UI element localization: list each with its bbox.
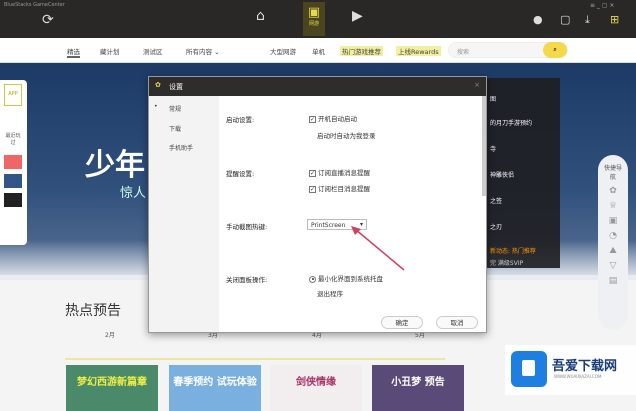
scrollbar[interactable] <box>482 96 486 196</box>
hotkey-label: 手动截图热键: <box>226 223 268 231</box>
month-tab[interactable]: 2月 <box>105 330 115 339</box>
news-item[interactable]: 完 满级SVIP <box>490 258 523 267</box>
cancel-button[interactable]: 取消 <box>436 316 478 329</box>
dialog-title: 设置 <box>169 83 183 91</box>
hot-title: 热点预告 <box>65 303 121 319</box>
nav-test[interactable]: 测试区 <box>143 46 163 56</box>
settings-dialog: ✿ 设置 × 常规 下载 手机助手 • 启动设置: ✓ 开机自动启动 启动时自动为… <box>148 76 487 333</box>
side-mobile[interactable]: 手机助手 <box>169 143 193 152</box>
left-sidebar: APP 最近玩过 <box>0 80 27 245</box>
news-item[interactable]: 之签 <box>490 196 502 205</box>
news-item[interactable]: 新动态: 热门推荐 <box>490 246 536 255</box>
settings-icon: ✿ <box>155 81 161 89</box>
dialog-sidebar: 常规 下载 手机助手 • <box>149 96 219 332</box>
nav-hot[interactable]: 热门游戏推荐 <box>340 46 383 56</box>
live-notify-checkbox[interactable]: ✓ 订阅直播消息提醒 <box>309 167 370 177</box>
download-icon[interactable]: ⤓ <box>585 13 590 27</box>
window-controls[interactable]: ≡ _ ▢ × <box>590 2 614 9</box>
search-input[interactable]: 搜索 ⌕ <box>448 42 568 58</box>
startup-label: 启动设置: <box>226 116 255 124</box>
watermark-logo <box>511 351 547 387</box>
watermark: 吾爱下载网 WWW.WUAIXIAZAI.COM <box>505 345 636 395</box>
watermark-name: 吾爱下载网 <box>552 359 618 374</box>
banner-title: 少年 <box>85 148 145 183</box>
minimize-radio[interactable]: 最小化界面到系统托盘 <box>309 273 383 283</box>
recent-label: 最近玩过 <box>5 133 21 146</box>
calendar-icon[interactable]: ▤ <box>598 276 628 286</box>
dialog-title-bar: ✿ 设置 × <box>149 77 486 96</box>
news-item[interactable]: 图 <box>490 94 496 103</box>
news-item[interactable]: 神雕侠侣 <box>490 170 514 179</box>
side-general[interactable]: 常规 <box>169 104 181 113</box>
image-icon[interactable]: ▣ <box>598 216 628 226</box>
chat-icon[interactable]: ▢ <box>560 13 570 26</box>
home-icon[interactable]: ⌂ <box>256 8 265 24</box>
ok-button[interactable]: 确定 <box>381 316 423 329</box>
mountain-icon[interactable]: ⛰ <box>598 246 628 256</box>
shop-icon: ▣ <box>307 5 321 20</box>
game-icon[interactable] <box>4 155 22 169</box>
nav-featured[interactable]: 精选 <box>67 46 80 58</box>
annotation-arrow <box>351 226 405 271</box>
watermark-url: WWW.WUAIXIAZAI.COM <box>554 374 602 379</box>
tab-shop[interactable]: ▣ 网游 <box>303 2 325 36</box>
nav-all[interactable]: 所有内容 ⌄ <box>186 46 220 56</box>
notify-label: 提醒设置: <box>226 170 255 178</box>
exit-radio[interactable]: 退出程序 <box>317 288 343 298</box>
chart-icon[interactable]: ◔ <box>598 231 628 241</box>
news-item[interactable]: 寺 <box>490 144 496 153</box>
game-card[interactable]: 剑侠情缘 <box>270 365 362 411</box>
app-button[interactable]: APP <box>4 84 22 106</box>
timeline <box>65 358 445 360</box>
nav-mmo[interactable]: 大型网游 <box>270 46 296 56</box>
nav-plan[interactable]: 藏计划 <box>100 46 120 56</box>
quick-nav-label: 快捷导航 <box>603 165 622 181</box>
bullet: • <box>154 103 158 110</box>
column-notify-checkbox[interactable]: ✓ 订阅栏目消息提醒 <box>309 183 370 193</box>
nav-rewards[interactable]: 上线Rewards <box>396 46 441 56</box>
nav-single[interactable]: 单机 <box>312 46 325 56</box>
gift-icon[interactable]: ✿ <box>598 186 628 196</box>
window-title: BlueStacks GameCenter <box>4 2 65 8</box>
game-card[interactable]: 梦幻西游新篇章 <box>66 365 158 411</box>
quick-nav: 快捷导航 ✿ ♕ ▣ ◔ ⛰ ▽ ▤ <box>598 155 628 330</box>
top-bar: BlueStacks GameCenter ⟳ ⌂ ▣ 网游 ▶ ● ▢ ⤓ ⊞… <box>0 0 636 38</box>
search-icon[interactable]: ⌕ <box>543 42 567 58</box>
banner-news-list: 图 的月刀手游预约 寺 神雕侠侣 之签 之刃 新动态: 热门推荐 完 满级SVI… <box>487 78 560 268</box>
autostart-checkbox[interactable]: ✓ 开机自动启动 <box>309 113 357 123</box>
game-card[interactable]: 春季预约 试玩体验 <box>169 365 261 411</box>
game-card[interactable]: 小丑梦 预告 <box>372 365 464 411</box>
shield-icon[interactable]: ▽ <box>598 261 628 271</box>
close-action-label: 关闭面板操作: <box>226 276 268 284</box>
refresh-icon[interactable]: ⟳ <box>42 12 54 28</box>
close-icon[interactable]: × <box>474 81 480 89</box>
trophy-icon[interactable]: ♕ <box>598 201 628 211</box>
news-item[interactable]: 之刃 <box>490 222 502 231</box>
side-download[interactable]: 下载 <box>169 124 181 133</box>
autologin-checkbox[interactable]: 启动时自动为我登录 <box>317 130 376 140</box>
search-placeholder: 搜索 <box>457 49 470 56</box>
news-item[interactable]: 的月刀手游预约 <box>490 118 532 127</box>
banner-subtitle: 惊人 <box>120 186 147 201</box>
tab-label: 网游 <box>308 21 319 27</box>
avatar-icon[interactable]: ● <box>533 13 543 26</box>
game-icon[interactable] <box>4 193 22 207</box>
gift-icon[interactable]: ⊞ <box>610 13 619 26</box>
video-icon[interactable]: ▶ <box>352 8 363 24</box>
game-icon[interactable] <box>4 174 22 188</box>
